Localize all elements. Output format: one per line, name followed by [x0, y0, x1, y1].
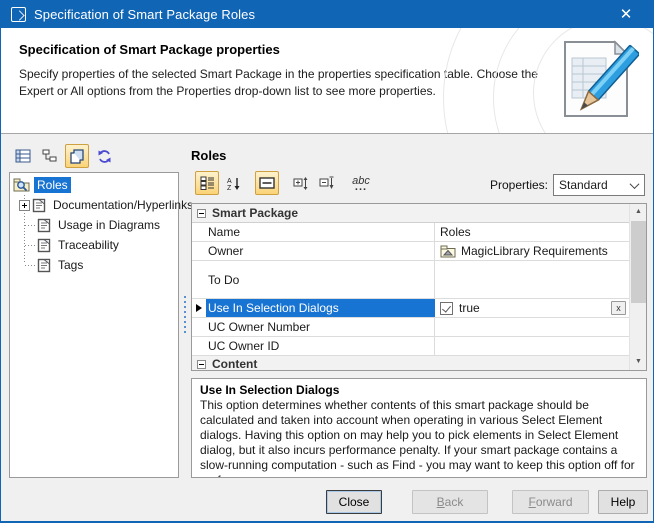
table-row-use-in-selection-dialogs[interactable]: Use In Selection Dialogs true x	[192, 299, 629, 318]
tree-view-icon[interactable]	[38, 144, 62, 168]
property-description-panel: Use In Selection Dialogs This option det…	[191, 378, 647, 478]
table-row-owner[interactable]: Owner MagicLibrary Requirements	[192, 242, 629, 261]
properties-table-rows: Smart Package Name Roles Owner MagicLibr…	[192, 204, 629, 371]
help-button[interactable]: Help	[598, 490, 648, 514]
properties-toolbar: AZ abc...	[195, 171, 375, 195]
description-title: Use In Selection Dialogs	[200, 383, 638, 397]
property-name[interactable]: Owner	[206, 242, 435, 260]
package-icon	[440, 245, 456, 258]
property-value[interactable]	[435, 318, 629, 336]
property-name[interactable]: To Do	[206, 261, 435, 298]
properties-selected-value: Standard	[559, 178, 608, 192]
page-title: Roles	[191, 148, 226, 163]
tree-connector	[25, 245, 35, 246]
group-header-content[interactable]: Content	[192, 356, 629, 371]
description-text: This option determines whether contents …	[200, 398, 638, 478]
specification-dialog-icon	[11, 7, 26, 22]
categorized-view-icon[interactable]	[195, 171, 219, 195]
property-name[interactable]: UC Owner Number	[206, 318, 435, 336]
refresh-icon[interactable]	[92, 144, 116, 168]
row-gutter	[192, 223, 206, 241]
scroll-down-icon[interactable]: ▼	[630, 354, 647, 370]
table-row-todo[interactable]: To Do	[192, 261, 629, 299]
property-value[interactable]: MagicLibrary Requirements	[435, 242, 629, 260]
row-gutter	[192, 318, 206, 336]
row-gutter	[192, 242, 206, 260]
tree-item-label[interactable]: Traceability	[55, 237, 122, 253]
scroll-up-icon[interactable]: ▲	[630, 204, 647, 220]
row-marker-icon	[196, 304, 202, 312]
scrollbar-thumb[interactable]	[631, 221, 646, 303]
tree-item-label[interactable]: Usage in Diagrams	[55, 217, 163, 233]
collapse-nodes-icon[interactable]	[315, 171, 339, 195]
properties-select[interactable]: Standard	[553, 174, 645, 196]
property-value[interactable]: Roles	[435, 223, 629, 241]
tree-item-traceability[interactable]: Traceability	[10, 235, 178, 255]
tree-toolbar	[11, 144, 116, 168]
show-description-icon[interactable]	[255, 171, 279, 195]
titlebar[interactable]: Specification of Smart Package Roles ✕	[1, 0, 653, 28]
document-icon	[32, 198, 46, 213]
row-gutter	[192, 299, 206, 317]
checkbox-checked-icon[interactable]	[440, 302, 453, 315]
table-row-uc-owner-number[interactable]: UC Owner Number	[192, 318, 629, 337]
close-icon[interactable]: ✕	[609, 0, 643, 28]
property-name-selected[interactable]: Use In Selection Dialogs	[206, 299, 435, 317]
forward-button[interactable]: Forward	[512, 490, 589, 514]
document-pencil-icon	[557, 36, 639, 127]
property-value[interactable]	[435, 261, 629, 298]
property-value[interactable]: true x	[435, 299, 629, 317]
properties-label: Properties:	[490, 178, 548, 192]
properties-table: Smart Package Name Roles Owner MagicLibr…	[191, 203, 647, 371]
close-button[interactable]: Close	[326, 490, 382, 514]
smart-package-icon	[13, 178, 30, 192]
tree-item-tags[interactable]: Tags	[10, 255, 178, 275]
group-header-smart-package[interactable]: Smart Package	[192, 204, 629, 223]
table-row-name[interactable]: Name Roles	[192, 223, 629, 242]
property-name[interactable]: UC Owner ID	[206, 337, 435, 355]
show-default-values-icon[interactable]: abc...	[349, 171, 373, 195]
expand-nodes-icon[interactable]	[289, 171, 313, 195]
vertical-scrollbar[interactable]: ▲ ▼	[629, 204, 646, 370]
property-value[interactable]	[435, 337, 629, 355]
row-gutter	[192, 337, 206, 355]
tree-item-label[interactable]: Roles	[34, 177, 71, 193]
document-icon	[37, 218, 51, 233]
tree-item-label[interactable]: Documentation/Hyperlinks	[50, 197, 196, 213]
back-button[interactable]: Back	[412, 490, 488, 514]
property-name[interactable]: Name	[206, 223, 435, 241]
panel-splitter-handle[interactable]	[183, 296, 187, 336]
svg-text:A: A	[227, 178, 232, 185]
collapse-minus-icon[interactable]	[197, 360, 206, 369]
clear-value-button[interactable]: x	[611, 301, 626, 315]
tree-item-roles[interactable]: Roles	[10, 175, 178, 195]
tree-item-documentation[interactable]: Documentation/Hyperlinks	[10, 195, 178, 215]
properties-filter: Properties: Standard	[490, 174, 645, 196]
window-title: Specification of Smart Package Roles	[34, 7, 255, 22]
document-icon	[37, 238, 51, 253]
tree-item-usage-in-diagrams[interactable]: Usage in Diagrams	[10, 215, 178, 235]
sort-alphabetically-icon[interactable]: AZ	[221, 171, 245, 195]
chevron-down-icon	[630, 179, 640, 189]
specification-dialog: Specification of Smart Package Roles ✕ S…	[0, 0, 654, 523]
table-row-uc-owner-id[interactable]: UC Owner ID	[192, 337, 629, 356]
group-label: Content	[212, 357, 257, 371]
document-icon	[37, 258, 51, 273]
tree-connector	[25, 265, 35, 266]
banner: Specification of Smart Package propertie…	[1, 28, 653, 134]
stacked-pages-icon[interactable]	[65, 144, 89, 168]
expand-plus-icon[interactable]	[19, 200, 30, 211]
collapse-minus-icon[interactable]	[197, 209, 206, 218]
grid-view-icon[interactable]	[11, 144, 35, 168]
row-gutter	[192, 261, 206, 298]
owner-value: MagicLibrary Requirements	[461, 244, 608, 258]
svg-text:Z: Z	[227, 185, 232, 191]
specification-tree: Roles Documentation/Hyperlinks Usage in …	[9, 172, 179, 478]
tree-connector	[25, 225, 35, 226]
tree-item-label[interactable]: Tags	[55, 257, 86, 273]
group-label: Smart Package	[212, 206, 298, 220]
checkbox-value-label: true	[459, 301, 480, 315]
